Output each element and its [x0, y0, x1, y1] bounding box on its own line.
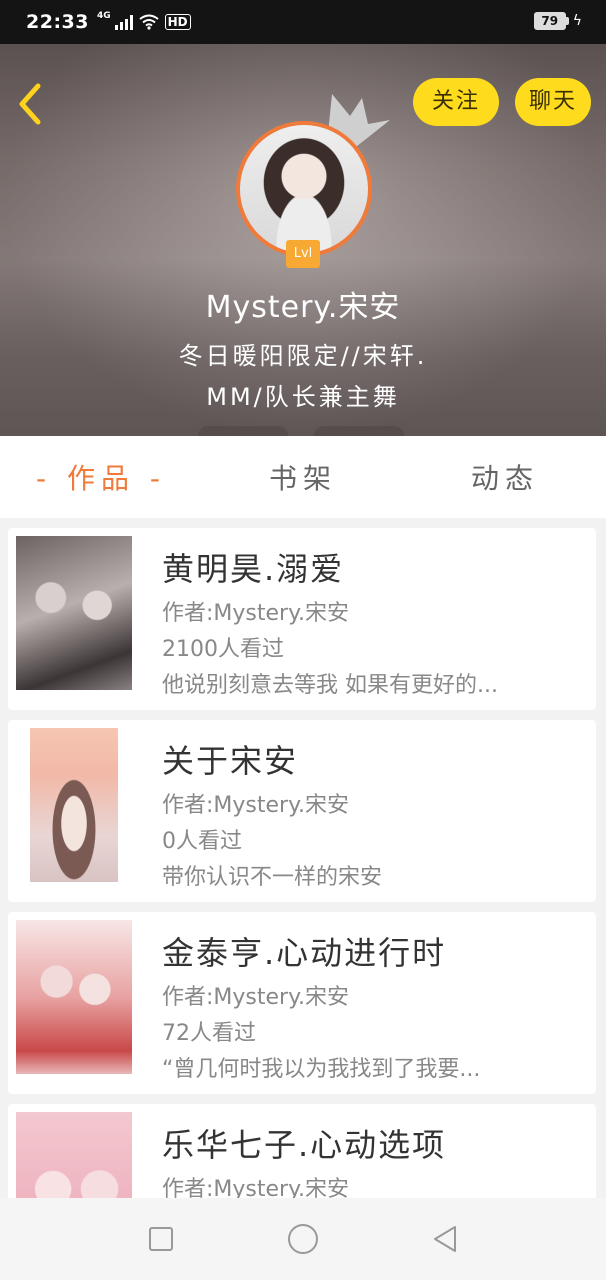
network-type: 4G — [96, 11, 111, 21]
status-time: 22:33 — [26, 11, 89, 33]
back-button[interactable] — [14, 82, 50, 126]
triangle-back-icon — [434, 1226, 456, 1252]
list-item[interactable]: 黄明昊.溺爱 作者:Mystery.宋安 2100人看过 他说别刻意去等我 如果… — [8, 528, 596, 710]
square-icon — [149, 1227, 173, 1251]
work-summary: 他说别刻意去等我 如果有更好的... — [162, 673, 498, 698]
list-item[interactable]: 金泰亨.心动进行时 作者:Mystery.宋安 72人看过 “曾几何时我以为我找… — [8, 912, 596, 1094]
username: Mystery.宋安 — [205, 290, 401, 325]
work-title: 关于宋安 — [162, 742, 299, 780]
work-summary: “曾几何时我以为我找到了我要... — [162, 1057, 481, 1082]
circle-icon — [288, 1224, 318, 1254]
bio: 冬日暖阳限定//宋轩. MM/队长兼主舞 — [0, 336, 606, 418]
work-views: 2100人看过 — [162, 637, 284, 662]
work-summary: 带你认识不一样的宋安 — [162, 865, 383, 890]
battery-icon: 79 ϟ — [533, 12, 582, 30]
tab-bar: - 作品 - 书架 动态 — [0, 436, 606, 518]
work-author: 作者:Mystery.宋安 — [162, 601, 349, 626]
signal-icon — [114, 14, 133, 30]
profile-header: 关注 聊天 Lvl Mystery.宋安 冬日暖阳限定//宋轩. MM/队长兼主… — [0, 44, 606, 436]
tab-activity[interactable]: 动态 — [404, 457, 606, 497]
work-author: 作者:Mystery.宋安 — [162, 985, 349, 1010]
chat-button[interactable]: 聊天 — [515, 78, 591, 126]
hd-indicator: HD — [164, 14, 191, 30]
tab-works[interactable]: - 作品 - — [0, 457, 202, 497]
work-views: 72人看过 — [162, 1021, 256, 1046]
status-bar: 22:33 4G HD 79 ϟ — [0, 0, 606, 44]
charging-icon: ϟ — [572, 13, 582, 29]
recents-button[interactable] — [141, 1219, 181, 1259]
work-title: 乐华七子.心动选项 — [162, 1126, 447, 1164]
work-views: 0人看过 — [162, 829, 242, 854]
works-list: 黄明昊.溺爱 作者:Mystery.宋安 2100人看过 他说别刻意去等我 如果… — [8, 528, 596, 1280]
follow-button[interactable]: 关注 — [413, 78, 499, 126]
level-badge: Lvl — [286, 240, 320, 268]
home-button[interactable] — [283, 1219, 323, 1259]
work-author: 作者:Mystery.宋安 — [162, 793, 349, 818]
book-cover — [30, 728, 118, 882]
chevron-left-icon — [19, 83, 41, 125]
book-cover — [16, 920, 132, 1074]
book-cover — [16, 536, 132, 690]
wifi-icon — [139, 14, 159, 30]
status-icons: 4G HD — [96, 11, 191, 30]
system-nav-bar — [0, 1198, 606, 1280]
bio-line-1: 冬日暖阳限定//宋轩. — [178, 342, 428, 370]
list-item[interactable]: 关于宋安 作者:Mystery.宋安 0人看过 带你认识不一样的宋安 — [8, 720, 596, 902]
battery-level: 79 — [533, 12, 566, 30]
tab-bookshelf[interactable]: 书架 — [202, 457, 404, 497]
back-nav-button[interactable] — [425, 1219, 465, 1259]
work-title: 金泰亨.心动进行时 — [162, 934, 447, 972]
avatar[interactable] — [236, 121, 372, 257]
bio-line-2: MM/队长兼主舞 — [206, 383, 400, 411]
work-title: 黄明昊.溺爱 — [162, 550, 345, 588]
